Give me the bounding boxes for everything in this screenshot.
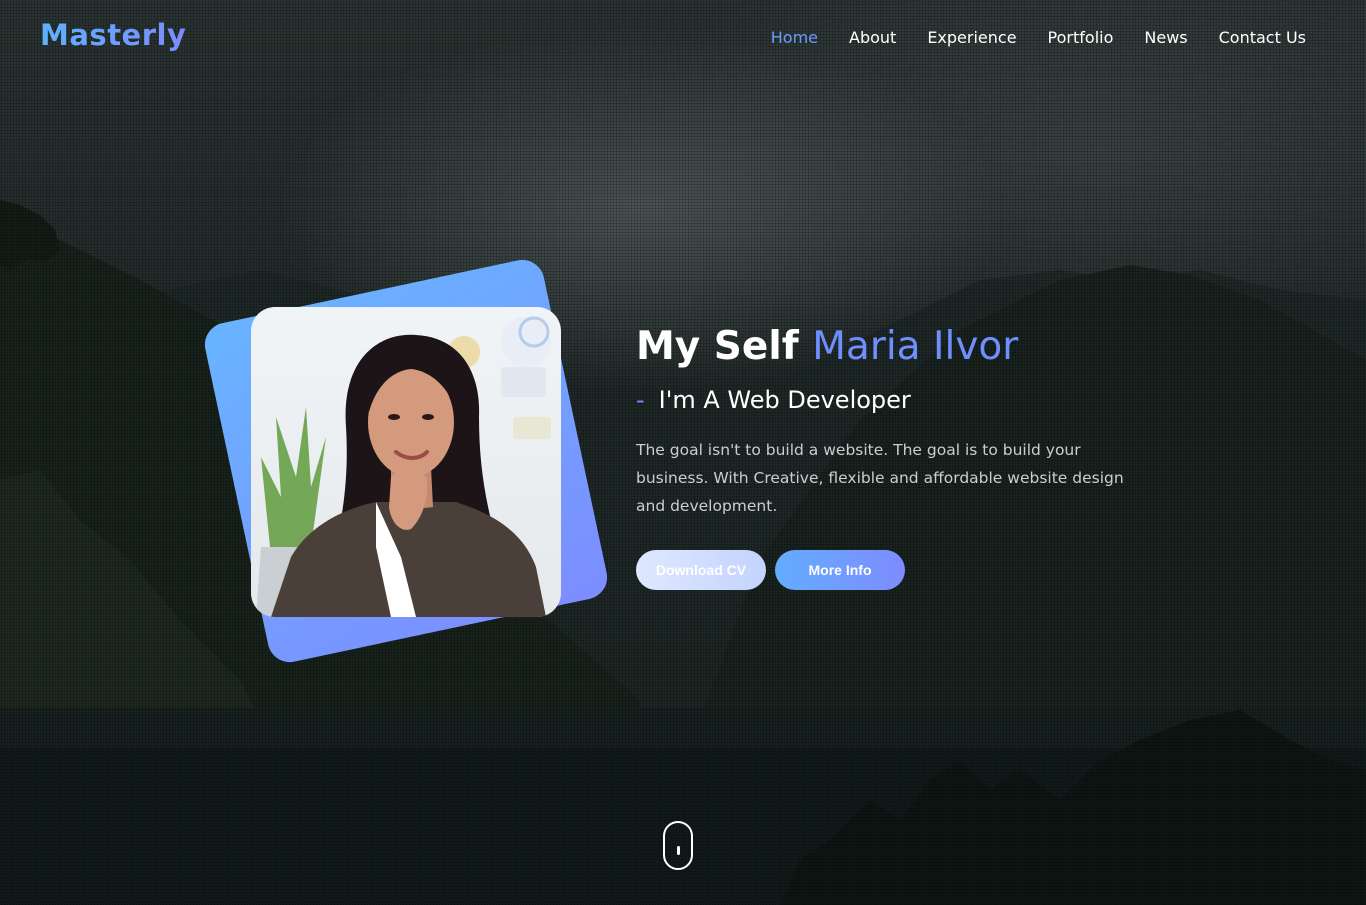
profile-photo bbox=[251, 307, 561, 617]
scroll-wheel bbox=[677, 846, 680, 855]
hero-title: My Self Maria Ilvor bbox=[636, 324, 1018, 369]
subtitle-dash: - bbox=[636, 386, 645, 414]
nav-news[interactable]: News bbox=[1144, 28, 1187, 48]
nav-about[interactable]: About bbox=[849, 28, 896, 48]
hero-description: The goal isn't to build a website. The g… bbox=[636, 441, 1124, 515]
nav-home[interactable]: Home bbox=[771, 28, 818, 48]
hero-title-prefix: My Self bbox=[636, 324, 799, 369]
nav-experience[interactable]: Experience bbox=[927, 28, 1016, 48]
mouse-scroll-icon[interactable] bbox=[663, 821, 693, 870]
hero-title-name: Maria Ilvor bbox=[812, 324, 1019, 369]
hero-subtitle: - I'm A Web Developer bbox=[636, 386, 911, 414]
portrait-illustration bbox=[256, 316, 551, 617]
download-cv-button[interactable]: Download CV bbox=[636, 550, 766, 590]
more-info-button[interactable]: More Info bbox=[775, 550, 905, 590]
nav-contact-us[interactable]: Contact Us bbox=[1219, 28, 1306, 48]
main-nav: Home About Experience Portfolio News Con… bbox=[771, 28, 1306, 48]
nav-portfolio[interactable]: Portfolio bbox=[1048, 28, 1114, 48]
hero-subtitle-text: I'm A Web Developer bbox=[658, 386, 911, 414]
site-logo[interactable]: Masterly bbox=[40, 18, 186, 52]
